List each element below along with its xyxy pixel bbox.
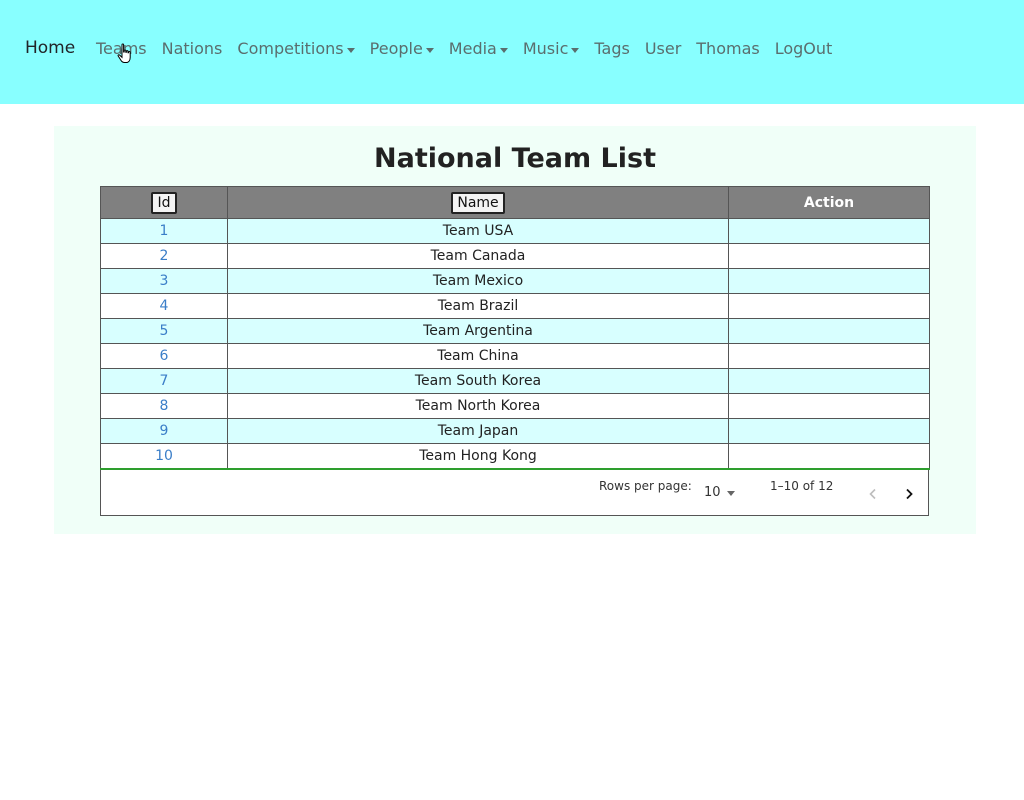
team-table-container: Id Name Action 1 Team USA 2 Team Canada 3 Tea… [100, 186, 930, 516]
table-row: 6 Team China [100, 343, 930, 369]
action-cell [728, 393, 930, 419]
nav-item-label: User [644, 39, 682, 58]
team-table: Id Name Action 1 Team USA 2 Team Canada 3 Tea… [100, 186, 930, 470]
nav-menu: Teams Nations Competitions People Media Music… [96, 38, 847, 60]
id-cell: 3 [100, 268, 228, 294]
team-name-cell: Team South Korea [227, 368, 729, 394]
id-column-header: Id [100, 186, 228, 219]
id-cell: 4 [100, 293, 228, 319]
table-row: 4 Team Brazil [100, 293, 930, 319]
nav-item-logout[interactable]: LogOut [775, 38, 833, 60]
table-row: 2 Team Canada [100, 243, 930, 269]
action-cell [728, 418, 930, 444]
team-name-cell: Team USA [227, 218, 729, 244]
next-page-button[interactable] [897, 482, 921, 506]
nav-home-link[interactable]: Home [25, 38, 75, 58]
nav-item-label: Competitions [237, 39, 344, 58]
team-id-link[interactable]: 6 [160, 348, 169, 364]
nav-item-label: Teams [96, 39, 147, 58]
id-cell: 9 [100, 418, 228, 444]
table-row: 3 Team Mexico [100, 268, 930, 294]
team-id-link[interactable]: 2 [160, 248, 169, 264]
team-id-link[interactable]: 10 [155, 448, 173, 464]
team-name-cell: Team Canada [227, 243, 729, 269]
team-name-cell: Team Argentina [227, 318, 729, 344]
previous-page-button[interactable] [861, 482, 885, 506]
caret-down-icon [571, 47, 580, 53]
table-row: 10 Team Hong Kong [100, 443, 930, 470]
table-row: 1 Team USA [100, 218, 930, 244]
action-cell [728, 318, 930, 344]
rows-per-page-value: 10 [704, 485, 721, 500]
caret-down-icon [425, 47, 434, 53]
team-name-cell: Team Brazil [227, 293, 729, 319]
nav-item-music[interactable]: Music [523, 38, 580, 60]
nav-item-nations[interactable]: Nations [162, 38, 223, 60]
rows-per-page-label: Rows per page: [599, 479, 692, 493]
caret-down-icon [346, 47, 355, 53]
nav-item-people[interactable]: People [370, 38, 434, 60]
nav-item-label: People [369, 39, 423, 58]
team-id-link[interactable]: 7 [160, 373, 169, 389]
rows-per-page-select[interactable]: 10 [704, 485, 735, 500]
caret-down-icon [726, 491, 735, 496]
table-row: 9 Team Japan [100, 418, 930, 444]
team-name-cell: Team Mexico [227, 268, 729, 294]
team-name-cell: Team China [227, 343, 729, 369]
action-cell [728, 268, 930, 294]
table-pagination: Rows per page: 10 1–10 of 12 [101, 470, 928, 515]
team-id-link[interactable]: 9 [160, 423, 169, 439]
team-name-cell: Team North Korea [227, 393, 729, 419]
action-cell [728, 343, 930, 369]
id-cell: 5 [100, 318, 228, 344]
caret-down-icon [499, 47, 508, 53]
nav-item-label: Tags [594, 39, 630, 58]
nav-item-tags[interactable]: Tags [594, 38, 629, 60]
team-name-cell: Team Japan [227, 418, 729, 444]
action-cell [728, 368, 930, 394]
pagination-range: 1–10 of 12 [770, 479, 834, 493]
team-id-link[interactable]: 4 [160, 298, 169, 314]
nav-item-competitions[interactable]: Competitions [237, 38, 355, 60]
id-cell: 8 [100, 393, 228, 419]
table-row: 8 Team North Korea [100, 393, 930, 419]
nav-item-label: Thomas [696, 39, 760, 58]
nav-item-thomas[interactable]: Thomas [696, 38, 759, 60]
name-column-header: Name [227, 186, 729, 219]
id-cell: 7 [100, 368, 228, 394]
table-header-row: Id Name Action [100, 186, 930, 219]
team-name-cell: Team Hong Kong [227, 443, 729, 470]
sort-by-name-button[interactable]: Name [451, 191, 505, 214]
navbar: Home Teams Nations Competitions People Media… [0, 0, 1024, 104]
sort-by-id-button[interactable]: Id [151, 191, 177, 214]
table-row: 7 Team South Korea [100, 368, 930, 394]
action-column-header: Action [728, 186, 930, 219]
nav-item-label: Music [522, 39, 569, 58]
action-cell [728, 443, 930, 470]
nav-item-label: Nations [161, 39, 223, 58]
team-id-link[interactable]: 3 [160, 273, 169, 289]
id-cell: 6 [100, 343, 228, 369]
action-cell [728, 293, 930, 319]
action-cell [728, 218, 930, 244]
page-title: National Team List [374, 143, 656, 174]
table-row: 5 Team Argentina [100, 318, 930, 344]
nav-item-label: LogOut [774, 39, 833, 58]
action-cell [728, 243, 930, 269]
nav-item-media[interactable]: Media [449, 38, 508, 60]
team-id-link[interactable]: 1 [160, 223, 169, 239]
chevron-right-icon [906, 488, 913, 500]
nav-item-user[interactable]: User [645, 38, 681, 60]
chevron-left-icon [869, 488, 876, 500]
nav-item-teams[interactable]: Teams [96, 38, 147, 60]
id-cell: 2 [100, 243, 228, 269]
nav-item-label: Media [448, 39, 497, 58]
id-cell: 1 [100, 218, 228, 244]
content-panel: National Team List Id Name Action 1 Team… [54, 126, 976, 534]
team-id-link[interactable]: 8 [160, 398, 169, 414]
id-cell: 10 [100, 443, 228, 470]
team-id-link[interactable]: 5 [160, 323, 169, 339]
